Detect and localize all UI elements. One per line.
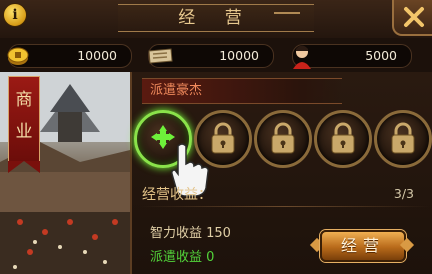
run-business-label: 经营 (340, 236, 385, 255)
income-count: 3/3 (393, 186, 414, 201)
gold-value: 10000 (77, 48, 117, 63)
close-icon (404, 7, 424, 27)
soldiers-value: 5000 (365, 48, 397, 63)
dispatch-panel: 派遣豪杰 经营收益： 3/3 智力收益 150 派遣收益 0 经营 (130, 72, 432, 274)
intel-income: 智力收益 150 (150, 226, 231, 241)
resource-gold: 10000 (7, 44, 132, 68)
info-icon[interactable]: i (3, 3, 27, 27)
soldier-icon (293, 45, 311, 69)
banner-char-1: 商 (15, 90, 33, 110)
income-label: 经营收益： (142, 187, 212, 203)
provisions-sack-icon (148, 48, 173, 64)
title-frame: 经 营 (118, 4, 314, 32)
hero-slot-locked-4[interactable] (374, 110, 432, 168)
run-business-button[interactable]: 经营 (320, 230, 406, 262)
hero-slot-locked-2[interactable] (254, 110, 312, 168)
close-button[interactable] (392, 0, 432, 36)
padlock-icon (391, 122, 415, 154)
dispatch-heading-bar: 派遣豪杰 (142, 78, 342, 104)
town-scene-image: 商 业 (0, 72, 130, 274)
gold-coin-icon (7, 47, 29, 65)
dispatch-heading: 派遣豪杰 (150, 83, 203, 98)
padlock-icon (331, 122, 355, 154)
resource-provisions: 10000 (148, 44, 274, 68)
business-screen: i 经 营 10000 10000 5000 商 业 派遣豪杰 经营收益： 3/… (0, 0, 432, 274)
banner-char-2: 业 (15, 122, 33, 142)
category-banner: 商 业 (8, 76, 40, 173)
resource-soldiers: 5000 (292, 44, 412, 69)
padlock-icon (271, 122, 295, 154)
title-bar: i 经 营 (0, 0, 432, 40)
window-title: 经 营 (178, 8, 254, 28)
resource-bar: 10000 10000 5000 (0, 38, 432, 72)
hero-slot-locked-3[interactable] (314, 110, 372, 168)
dispatch-income: 派遣收益 0 (150, 250, 215, 265)
title-ornament-right (274, 12, 300, 14)
panel-divider (140, 206, 430, 207)
provisions-value: 10000 (219, 48, 259, 63)
